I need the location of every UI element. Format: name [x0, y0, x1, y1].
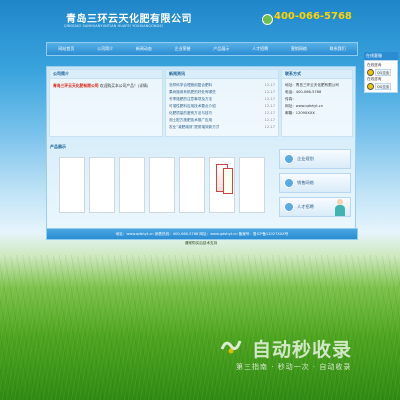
- product-card[interactable]: [209, 157, 235, 213]
- news-item-title[interactable]: 测土配方施肥技术推广应用: [169, 117, 212, 124]
- service-link-plan[interactable]: 企业规划: [279, 149, 351, 169]
- products-section: 产品展示: [47, 143, 275, 227]
- news-item-title[interactable]: 果树施用有机肥的好处有哪些: [169, 89, 216, 96]
- service-row: 在线咨询: [367, 63, 395, 68]
- nav-item-news[interactable]: 新闻动态: [125, 46, 164, 52]
- nav-item-about[interactable]: 公司简介: [86, 46, 125, 52]
- news-item[interactable]: 可溶性肥料应用技术要点介绍 12-17: [169, 103, 275, 110]
- news-item-title[interactable]: 农业“减肥增效”提质增效新方式: [169, 124, 219, 131]
- contact-fax: 传真：: [285, 97, 296, 101]
- news-item[interactable]: 农业“减肥增效”提质增效新方式 12-17: [169, 124, 275, 131]
- contact-panel: 联系方式 地址：青岛三环云天化肥有限公司 电话：400-066-5768 传真：…: [281, 69, 353, 137]
- grass-background: [0, 255, 400, 400]
- about-title: 公司简介: [50, 70, 162, 79]
- product-card[interactable]: [239, 157, 265, 213]
- company-name[interactable]: 青岛三环云天化肥有限公司: [66, 10, 192, 25]
- about-text[interactable]: 欢迎购买本公司产品！(详情): [100, 83, 149, 88]
- service-link-jobs[interactable]: 人才招聘: [279, 197, 351, 217]
- nav-item-network[interactable]: 营销网络: [280, 46, 319, 52]
- products-title: 产品展示: [50, 144, 66, 149]
- company-name-en: QINGDAO SANHUANYUNTIAN HUAFEI YOUXIANGON…: [64, 24, 163, 28]
- news-item-date: 12-17: [264, 118, 275, 122]
- plan-icon: [284, 154, 294, 164]
- qq-icon: [367, 83, 374, 90]
- news-item-title[interactable]: 冬季施肥的注意事项及方法: [169, 96, 212, 103]
- news-item-title[interactable]: 化肥质量的鉴别方法与技巧: [169, 110, 212, 117]
- product-card[interactable]: [119, 157, 145, 213]
- contact-email[interactable]: 邮箱：1209XXXX: [285, 110, 349, 117]
- about-company-name: 青岛三环云天化肥有限公司: [53, 83, 99, 88]
- nav-item-contact[interactable]: 联系我们: [318, 46, 357, 52]
- main-nav: 网站首页 公司简介 新闻动态 企业荣誉 产品展示 人才招聘 营销网络 联系我们: [46, 42, 358, 56]
- about-body: 青岛三环云天化肥有限公司 欢迎购买本公司产品！(详情): [50, 79, 162, 92]
- qq-icon: [367, 69, 374, 76]
- contact-body: 地址：青岛三环云天化肥有限公司 电话：400-066-5768 传真： 网址：w…: [282, 79, 352, 120]
- qq-chat-button[interactable]: QQ交谈: [375, 83, 392, 90]
- news-item[interactable]: 冬季施肥的注意事项及方法 12-17: [169, 96, 275, 103]
- news-item-date: 12-17: [264, 125, 275, 129]
- product-card[interactable]: [149, 157, 175, 213]
- product-card[interactable]: [59, 157, 85, 213]
- contact-phone: 电话：400-066-5768: [285, 90, 322, 94]
- news-item-date: 12-17: [264, 83, 275, 87]
- news-panel: 新闻资讯 怎样科学合理施用复合肥料 12-17 果树施用有机肥的好处有哪些 12-1…: [165, 69, 279, 137]
- contact-address: 地址：青岛三环云天化肥有限公司: [285, 83, 339, 87]
- main-content: 公司简介 青岛三环云天化肥有限公司 欢迎购买本公司产品！(详情) 新闻资讯 怎样…: [46, 66, 356, 232]
- watermark-subtitle: 第三指南 · 秒动一次 · 自动收录: [236, 363, 352, 371]
- network-icon: [284, 178, 294, 188]
- service-link-label: 销售网络: [297, 180, 314, 185]
- product-list: [59, 157, 265, 213]
- news-item[interactable]: 测土配方施肥技术推广应用 12-17: [169, 117, 275, 124]
- service-row[interactable]: QQ交谈: [367, 69, 395, 76]
- service-label: 在线咨询: [367, 77, 382, 81]
- service-row: 在线咨询: [367, 77, 395, 82]
- news-item-date: 12-17: [264, 97, 275, 101]
- avatar: [334, 199, 346, 216]
- about-panel: 公司简介 青岛三环云天化肥有限公司 欢迎购买本公司产品！(详情): [49, 69, 163, 137]
- qq-chat-button[interactable]: QQ交谈: [375, 69, 392, 76]
- service-link-label: 企业规划: [297, 156, 314, 161]
- product-card[interactable]: [89, 157, 115, 213]
- product-card[interactable]: [179, 157, 205, 213]
- footer-bar: 地址：www.qdshyt.cn 销售热线：400-066-5768 网址：ww…: [46, 228, 358, 240]
- news-title: 新闻资讯: [166, 70, 278, 79]
- watermark-title: 自动秒收录: [252, 339, 353, 361]
- contact-website[interactable]: 网址：www.qdshyt.cn: [285, 103, 349, 110]
- service-row[interactable]: QQ交谈: [367, 83, 395, 90]
- news-item-title[interactable]: 可溶性肥料应用技术要点介绍: [169, 103, 216, 110]
- watermark-logo-icon: [220, 340, 242, 354]
- phone-number: 400-066-5768: [274, 11, 352, 22]
- news-item-date: 12-17: [264, 90, 275, 94]
- news-item-date: 12-17: [264, 104, 275, 108]
- online-service-box: 在线咨询 QQ交谈 在线咨询 QQ交谈: [364, 60, 398, 93]
- service-label: 在线咨询: [367, 63, 382, 67]
- service-links: 企业规划 销售网络 人才招聘: [279, 149, 351, 221]
- nav-item-home[interactable]: 网站首页: [47, 46, 86, 52]
- service-link-label: 人才招聘: [297, 204, 314, 209]
- news-item-title[interactable]: 怎样科学合理施用复合肥料: [169, 82, 212, 89]
- nav-item-products[interactable]: 产品展示: [202, 46, 241, 52]
- news-item-date: 12-17: [264, 111, 275, 115]
- nav-item-honors[interactable]: 企业荣誉: [163, 46, 202, 52]
- site-header: 青岛三环云天化肥有限公司 QINGDAO SANHUANYUNTIAN HUAF…: [46, 6, 356, 34]
- nav-item-jobs[interactable]: 人才招聘: [241, 46, 280, 52]
- footer-note: 通常购买后技术支持: [184, 241, 218, 245]
- product-package-image: [223, 168, 233, 194]
- news-item[interactable]: 化肥质量的鉴别方法与技巧 12-17: [169, 110, 275, 117]
- news-item[interactable]: 果树施用有机肥的好处有哪些 12-17: [169, 89, 275, 96]
- service-link-network[interactable]: 销售网络: [279, 173, 351, 193]
- news-item[interactable]: 怎样科学合理施用复合肥料 12-17: [169, 82, 275, 89]
- contact-title: 联系方式: [282, 70, 352, 79]
- news-list: 怎样科学合理施用复合肥料 12-17 果树施用有机肥的好处有哪些 12-17 冬季施…: [166, 79, 278, 134]
- watermark: 自动秒收录 第三指南 · 秒动一次 · 自动收录: [206, 333, 392, 377]
- phone-icon: [262, 14, 273, 25]
- online-service-panel: 在线客服 在线咨询 QQ交谈 在线咨询 QQ交谈: [364, 52, 398, 93]
- jobs-icon: [284, 202, 294, 212]
- online-service-title: 在线客服: [364, 52, 398, 60]
